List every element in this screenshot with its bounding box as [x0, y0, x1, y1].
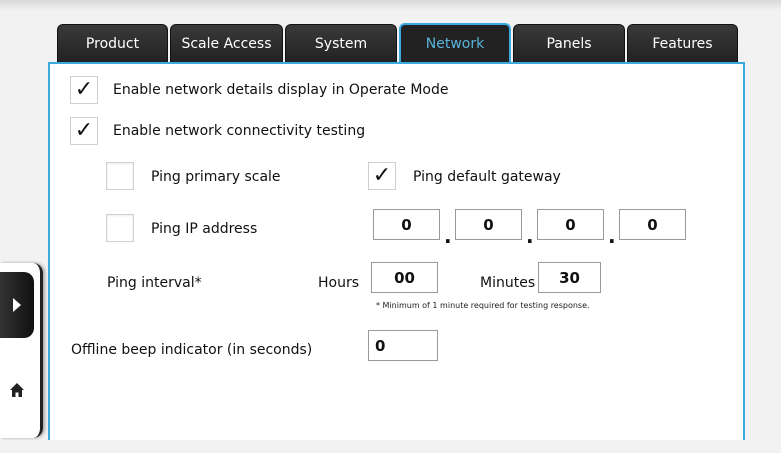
tab-features[interactable]: Features — [627, 24, 738, 62]
offline-beep-label: Offline beep indicator (in seconds) — [71, 342, 313, 358]
checkmark-icon: ✓ — [74, 77, 94, 102]
ip-octet-3-input[interactable]: 0 — [537, 209, 604, 240]
ping-gateway-label: Ping default gateway — [413, 169, 561, 185]
enable-testing-checkbox[interactable]: ✓ — [70, 117, 98, 145]
tab-label: Panels — [546, 35, 592, 52]
minutes-label: Minutes — [480, 275, 536, 291]
ping-ip-checkbox[interactable] — [106, 214, 134, 242]
checkmark-icon: ✓ — [74, 118, 94, 143]
enable-details-checkbox[interactable]: ✓ — [70, 76, 98, 104]
hours-label: Hours — [318, 275, 360, 291]
ping-interval-label: Ping interval* — [107, 275, 202, 291]
hours-input[interactable]: 00 — [371, 262, 438, 293]
ip-separator: . — [444, 224, 452, 248]
ip-octet-1-input[interactable]: 0 — [373, 209, 440, 240]
enable-details-label: Enable network details display in Operat… — [113, 82, 449, 98]
ip-separator: . — [526, 224, 534, 248]
window-top-edge — [0, 0, 781, 10]
tab-system[interactable]: System — [285, 24, 397, 62]
tab-label: Features — [652, 35, 713, 52]
ping-primary-checkbox[interactable] — [106, 162, 134, 190]
offline-beep-input[interactable]: 0 — [368, 330, 438, 361]
enable-testing-label: Enable network connectivity testing — [113, 123, 366, 139]
tab-label: Network — [425, 36, 485, 52]
ping-interval-note: * Minimum of 1 minute required for testi… — [376, 301, 590, 310]
tab-panels[interactable]: Panels — [513, 24, 625, 62]
expand-button[interactable] — [0, 272, 34, 338]
tab-label: System — [314, 35, 368, 52]
tab-product[interactable]: Product — [57, 24, 168, 62]
tab-scale-access[interactable]: Scale Access — [170, 24, 283, 62]
ip-octet-4-input[interactable]: 0 — [619, 209, 686, 240]
ip-octet-2-input[interactable]: 0 — [455, 209, 522, 240]
checkmark-icon: ✓ — [372, 163, 392, 188]
tab-label: Product — [85, 35, 140, 52]
window-bottom-edge — [0, 440, 781, 453]
home-icon — [10, 383, 24, 397]
ping-gateway-checkbox[interactable]: ✓ — [368, 162, 396, 190]
ping-primary-label: Ping primary scale — [151, 169, 281, 185]
network-settings-panel — [48, 62, 745, 450]
ip-separator: . — [608, 224, 616, 248]
tab-network[interactable]: Network — [399, 23, 511, 63]
settings-tabs: Product Scale Access System Network Pane… — [57, 23, 738, 63]
home-button[interactable] — [0, 350, 34, 430]
arrow-right-icon — [13, 298, 21, 312]
tab-label: Scale Access — [181, 35, 272, 52]
ping-ip-label: Ping IP address — [151, 221, 258, 237]
minutes-input[interactable]: 30 — [538, 262, 601, 293]
